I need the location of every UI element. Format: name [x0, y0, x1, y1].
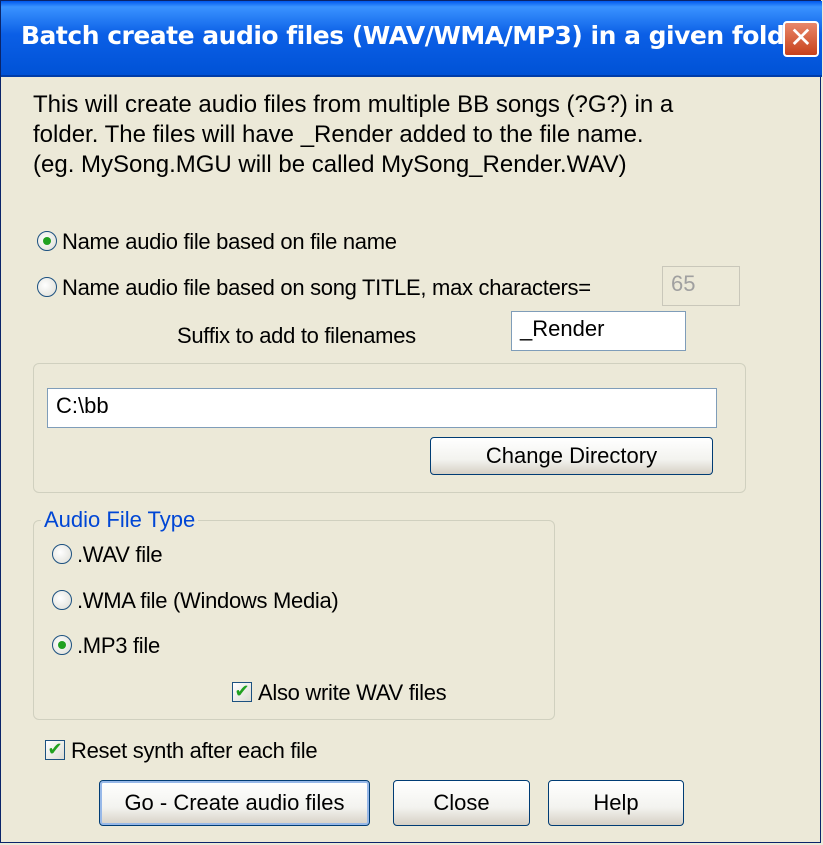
suffix-label: Suffix to add to filenames — [177, 323, 416, 348]
selected-dot-icon — [43, 237, 51, 245]
name-by-filename-radio[interactable] — [37, 231, 57, 251]
name-by-filename-label[interactable]: Name audio file based on file name — [62, 229, 397, 255]
change-directory-button[interactable]: Change Directory — [430, 437, 713, 475]
intro-line-1: This will create audio files from multip… — [33, 91, 674, 118]
close-window-button[interactable]: ✕ — [783, 21, 819, 57]
selected-dot-icon — [58, 641, 66, 649]
mp3-radio[interactable] — [52, 635, 72, 655]
mp3-label[interactable]: .MP3 file — [77, 633, 160, 659]
name-by-title-radio[interactable] — [37, 277, 57, 297]
name-by-title-label[interactable]: Name audio file based on song TITLE, max… — [62, 275, 591, 301]
wma-label[interactable]: .WMA file (Windows Media) — [77, 588, 339, 614]
audio-file-type-legend: Audio File Type — [41, 507, 199, 533]
checkmark-icon: ✔ — [47, 739, 63, 760]
also-write-wav-checkbox[interactable]: ✔ — [232, 682, 252, 702]
close-icon: ✕ — [789, 21, 813, 54]
close-button[interactable]: Close — [393, 780, 530, 826]
intro-line-3: (eg. MySong.MGU will be called MySong_Re… — [33, 151, 627, 178]
also-write-wav-label[interactable]: Also write WAV files — [258, 680, 447, 706]
suffix-field[interactable]: _Render — [511, 311, 686, 351]
wav-label[interactable]: .WAV file — [77, 542, 163, 568]
reset-synth-checkbox[interactable]: ✔ — [45, 740, 65, 760]
wav-radio[interactable] — [52, 544, 72, 564]
title-bar[interactable]: Batch create audio files (WAV/WMA/MP3) i… — [1, 1, 822, 77]
help-button[interactable]: Help — [548, 780, 684, 826]
directory-path-field[interactable]: C:\bb — [47, 388, 717, 428]
batch-audio-dialog: Batch create audio files (WAV/WMA/MP3) i… — [0, 0, 822, 843]
go-create-audio-files-button[interactable]: Go - Create audio files — [99, 780, 370, 826]
reset-synth-label[interactable]: Reset synth after each file — [71, 738, 318, 764]
wma-radio[interactable] — [52, 590, 72, 610]
intro-line-2: folder. The files will have _Render adde… — [33, 121, 644, 148]
checkmark-icon: ✔ — [234, 681, 250, 702]
max-characters-field: 65 — [662, 266, 740, 306]
window-title: Batch create audio files (WAV/WMA/MP3) i… — [21, 21, 813, 50]
